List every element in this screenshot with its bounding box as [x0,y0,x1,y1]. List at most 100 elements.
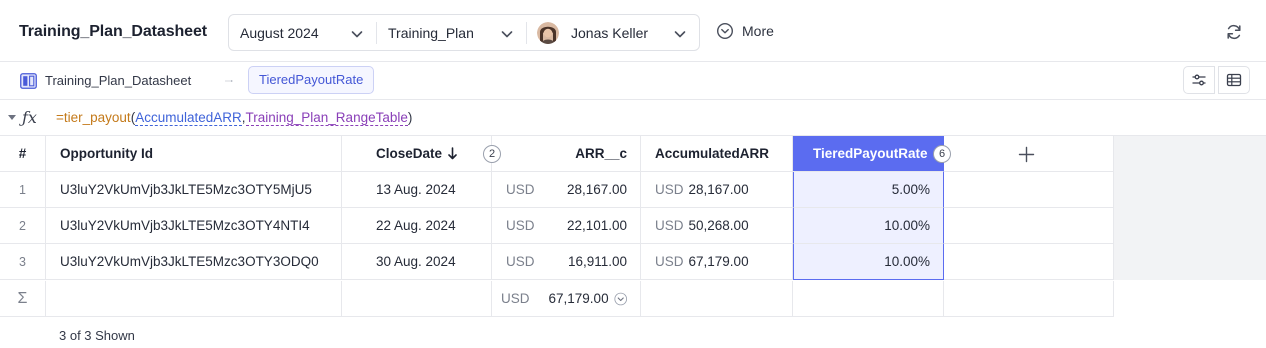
close-date-cell[interactable]: 30 Aug. 2024 [342,244,492,280]
formula-equals: = [56,110,64,125]
column-header-index: # [0,136,46,172]
column-header-label: CloseDate [376,146,443,161]
opportunity-id-cell[interactable]: U3luY2VkUmVjb3JkLTE5Mzc3OTY3ODQ0 [46,244,342,280]
selected-variable-chip[interactable]: TieredPayoutRate [248,66,375,94]
currency-code: USD [506,182,535,197]
formula-comma: , [241,110,246,125]
currency-code: USD [655,182,684,197]
arr-cell[interactable]: USD 28,167.00 [492,172,641,208]
arr-total-value: 67,179.00 [548,291,609,306]
summary-cell[interactable] [342,281,492,317]
opportunity-id-cell[interactable]: U3luY2VkUmVjb3JkLTE5Mzc3OTY4NTI4 [46,208,342,244]
row-number-text: 3 [19,254,26,269]
dependency-count-badge[interactable]: 6 [933,145,951,163]
sigma-symbol: Σ [17,289,28,307]
avatar [537,21,559,44]
settings-sliders-icon [1192,74,1206,86]
column-header-arr[interactable]: ARR__c [492,136,641,172]
table-icon [1226,73,1242,87]
row-number: 3 [0,244,46,280]
opportunity-id-cell[interactable]: U3luY2VkUmVjb3JkLTE5Mzc3OTY5MjU5 [46,172,342,208]
row-number: 2 [0,208,46,244]
page-title: Training_Plan_Datasheet [19,23,207,40]
more-button[interactable]: More [716,22,774,40]
row-number-text: 1 [19,182,26,197]
more-button-label: More [742,23,774,39]
user-select[interactable]: Jonas Keller [526,15,699,50]
formula-close-paren: ) [407,110,413,125]
close-date-cell[interactable]: 22 Aug. 2024 [342,208,492,244]
column-header-close-date[interactable]: CloseDate [342,136,492,172]
column-header-label: ARR__c [575,146,627,161]
column-header-label: Opportunity Id [60,146,153,161]
currency-code: USD [506,254,535,269]
tiered-payout-rate-cell[interactable]: 10.00% [793,244,944,280]
table-row[interactable]: 3 U3luY2VkUmVjb3JkLTE5Mzc3OTY3ODQ0 30 Au… [0,244,1266,280]
column-header-tiered-payout-rate[interactable]: TieredPayoutRate [793,136,944,172]
accumulated-arr-value: 28,167.00 [688,182,749,197]
row-number-text: 2 [19,218,26,233]
empty-cell [944,172,1114,208]
formula-arg-range-table: Training_Plan_RangeTable [245,110,408,126]
plan-select-value: Training_Plan [388,24,474,41]
user-select-value: Jonas Keller [571,24,649,41]
currency-code: USD [506,218,535,233]
datasheet-icon [20,73,37,89]
top-bar: Training_Plan_Datasheet August 2024 Trai… [0,0,1266,62]
refresh-icon[interactable] [1225,23,1243,41]
accumulated-arr-cell[interactable]: USD 50,268.00 [641,208,793,244]
summary-cell[interactable] [46,281,342,317]
datasheet-bar: Training_Plan_Datasheet TieredPayoutRate [0,62,1266,100]
formula-expression[interactable]: =tier_payout(AccumulatedARR,Training_Pla… [56,110,413,126]
column-header-opportunity-id[interactable]: Opportunity Id [46,136,342,172]
arr-value: 28,167.00 [566,182,627,197]
arr-cell[interactable]: USD 22,101.00 [492,208,641,244]
plan-select[interactable]: Training_Plan [376,15,526,50]
chevron-down-icon [501,31,513,38]
row-number: 1 [0,172,46,208]
period-select-value: August 2024 [240,24,319,41]
rows-shown-count: 3 of 3 Shown [59,328,135,343]
filter-bar: August 2024 Training_Plan Jonas Keller [228,14,700,51]
summary-cell[interactable] [641,281,793,317]
chevron-down-icon [351,31,363,38]
arr-value: 22,101.00 [566,218,627,233]
accumulated-arr-value: 67,179.00 [688,254,749,269]
table-row[interactable]: 2 U3luY2VkUmVjb3JkLTE5Mzc3OTY4NTI4 22 Au… [0,208,1266,244]
fx-icon: ƒx [22,108,37,127]
empty-cell [944,244,1114,280]
more-circle-icon [716,22,734,40]
accumulated-arr-cell[interactable]: USD 67,179.00 [641,244,793,280]
header-row: # Opportunity Id CloseDate ARR__c Accumu… [0,136,1266,172]
column-header-accumulated-arr[interactable]: AccumulatedARR [641,136,793,172]
chevron-down-icon [674,31,686,38]
formula-function: tier_payout [63,110,131,125]
empty-cell [944,208,1114,244]
connector-line [225,80,233,82]
accumulated-arr-cell[interactable]: USD 28,167.00 [641,172,793,208]
datasheet-name[interactable]: Training_Plan_Datasheet [45,73,191,88]
currency-code: USD [501,291,530,306]
table-view-button[interactable] [1218,66,1250,94]
arr-total-cell[interactable]: USD 67,179.00 [492,281,641,317]
arr-cell[interactable]: USD 16,911.00 [492,244,641,280]
currency-code: USD [655,218,684,233]
column-header-label: AccumulatedARR [655,146,770,161]
column-header-label: TieredPayoutRate [813,146,928,161]
plus-icon[interactable] [1018,146,1035,163]
tiered-payout-rate-cell[interactable]: 10.00% [793,208,944,244]
arr-value: 16,911.00 [567,254,627,269]
accumulated-arr-value: 50,268.00 [688,218,749,233]
column-settings-button[interactable] [1183,66,1215,94]
summary-cell[interactable] [793,281,944,317]
sort-down-icon [448,147,457,160]
summary-row: Σ USD 67,179.00 [0,281,1266,317]
chevron-down-icon[interactable] [613,291,627,307]
tiered-payout-rate-cell[interactable]: 5.00% [793,172,944,208]
period-select[interactable]: August 2024 [229,15,376,50]
close-date-cell[interactable]: 13 Aug. 2024 [342,172,492,208]
collapse-caret-icon[interactable] [8,115,16,121]
table-row[interactable]: 1 U3luY2VkUmVjb3JkLTE5Mzc3OTY5MjU5 13 Au… [0,172,1266,208]
formula-bar: ƒx =tier_payout(AccumulatedARR,Training_… [0,100,1266,136]
currency-code: USD [655,254,684,269]
